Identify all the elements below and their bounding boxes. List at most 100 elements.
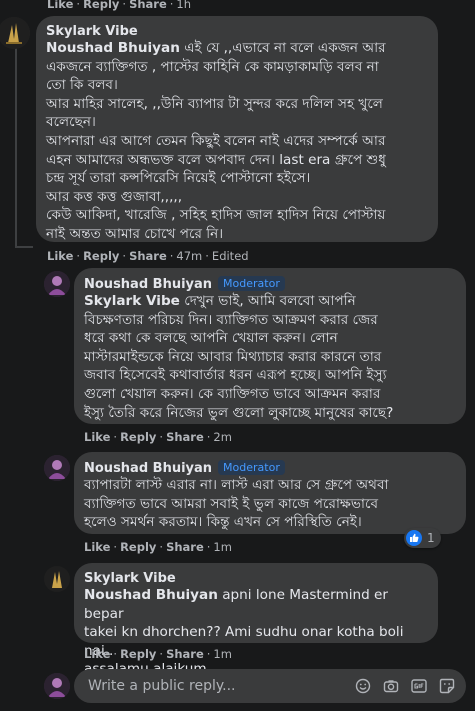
- mention-link[interactable]: Noushad Bhuiyan: [46, 40, 180, 56]
- moderator-badge: Moderator: [218, 460, 285, 475]
- like-link[interactable]: Like: [84, 647, 110, 661]
- comment-line: আপনারা এর আগে তেমন কিছুই বলেন নাই এদের স…: [46, 132, 428, 151]
- comment-line: আর মাহির সালেহ, ,,উনি ব্যাপার টা সুন্দর …: [46, 95, 428, 114]
- comment-line-text: আর মাহির সালেহ, ,,উনি ব্যাপার টা সুন্দর …: [46, 95, 383, 112]
- avatar[interactable]: [44, 455, 70, 481]
- comment-actions: Like · Reply · Share · 1m: [84, 540, 232, 554]
- comment-line-text: ব্যাপারটা লাস্ট এরার না। লাস্ট এরা আর সে…: [84, 477, 389, 493]
- comment-author[interactable]: Noushad Bhuiyan: [84, 277, 212, 292]
- like-link[interactable]: Like: [84, 430, 110, 444]
- thread-line: [15, 246, 33, 248]
- timestamp[interactable]: 1m: [213, 540, 232, 554]
- comment-bubble: Noushad Bhuiyan Moderator Skylark Vibe দে…: [74, 268, 466, 424]
- share-link[interactable]: Share: [129, 249, 167, 263]
- comment-bubble: Noushad Bhuiyan Moderator ব্যাপারটা লাস্ট…: [74, 452, 466, 534]
- share-link[interactable]: Share: [166, 647, 204, 661]
- mention-link[interactable]: Skylark Vibe: [84, 293, 180, 309]
- comment-line-text: নাই অন্তত আমার চোখে পরে নি।: [46, 225, 224, 242]
- comment-bubble: Skylark Vibe Noushad Bhuiyan apni lone M…: [74, 563, 438, 677]
- edited-label: Edited: [211, 249, 249, 263]
- comment-line-text: বলেছেন।: [46, 114, 96, 131]
- reaction-summary[interactable]: 1: [404, 528, 441, 548]
- timestamp[interactable]: 1m: [213, 647, 232, 661]
- comment-line: নাই অন্তত আমার চোখে পরে নি।: [46, 225, 428, 244]
- comment-line: একজনে ব্যাক্তিগত , পাস্টের কাহিনি কে কাম…: [46, 58, 428, 77]
- mention-link[interactable]: Noushad Bhuiyan: [84, 587, 218, 603]
- comment-text: Noushad Bhuiyan apni lone Mastermind er …: [84, 586, 428, 679]
- timestamp[interactable]: 47m: [176, 249, 202, 263]
- emoji-icon[interactable]: [354, 677, 372, 695]
- reply-link[interactable]: Reply: [120, 647, 156, 661]
- top-actions: Like · Reply · Share · 1h: [47, 0, 191, 11]
- comment-author[interactable]: Skylark Vibe: [46, 24, 428, 39]
- comment-actions: Like · Reply · Share · 2m: [84, 430, 232, 444]
- share-link[interactable]: Share: [166, 540, 204, 554]
- avatar-image: [44, 271, 70, 297]
- like-link[interactable]: Like: [47, 249, 73, 263]
- avatar[interactable]: [0, 17, 30, 49]
- avatar-image: [0, 17, 30, 49]
- like-link[interactable]: Like: [47, 0, 73, 11]
- reply-composer: [74, 669, 466, 703]
- reaction-count: 1: [427, 531, 435, 545]
- like-link[interactable]: Like: [84, 540, 110, 554]
- comment-line: এহন আমাদের অন্ধভক্ত বলে অপবাদ দেন। last …: [46, 151, 428, 170]
- thread-line: [15, 46, 17, 246]
- sticker-icon[interactable]: [438, 677, 456, 695]
- avatar-image: [44, 673, 70, 699]
- avatar[interactable]: [44, 271, 70, 297]
- comment-line-text: চন্দ্র সূর্য তারা কন্সপিরেসি নিয়েই পোস্…: [46, 170, 311, 187]
- comment-line: জবাব হিসেবেই কথাবার্তার ধরন এরূপ হচ্ছে। …: [84, 366, 456, 385]
- comment-line-text: বিচক্ষণতার পরিচয় দিন। ব্যাক্তিগত আক্রমণ…: [84, 311, 378, 328]
- comment-line: মাস্টারমাইন্ডকে নিয়ে আবার মিথ্যাচার করা…: [84, 348, 456, 367]
- camera-icon[interactable]: [382, 677, 400, 695]
- comment-line: ব্যাক্তিগত ভাবে আমরা সবাই ই ভুল কাজে পরো…: [84, 495, 456, 514]
- timestamp[interactable]: 1h: [176, 0, 191, 11]
- moderator-badge: Moderator: [218, 276, 285, 291]
- like-icon: [406, 530, 422, 546]
- comment-line: ব্যাপারটা লাস্ট এরার না। লাস্ট এরা আর সে…: [84, 476, 456, 495]
- comment-line-text: ইস্যু তৈরি করে নিজের ভুল গুলো লুকাচ্ছে ম…: [84, 404, 394, 421]
- comment-actions: Like · Reply · Share · 47m · Edited: [47, 249, 249, 263]
- avatar-image: [44, 566, 70, 592]
- comment-author-row: Noushad Bhuiyan Moderator: [84, 460, 456, 476]
- comment-line: গুলো খেয়াল করুন। কে ব্যাক্তিগত ভাবে আক্…: [84, 385, 456, 404]
- reply-link[interactable]: Reply: [83, 249, 119, 263]
- comment-line-text: তো কি বলব।: [46, 77, 118, 94]
- comment-line-text: একজনে ব্যাক্তিগত , পাস্টের কাহিনি কে কাম…: [46, 58, 379, 75]
- comment-line: আর কত্ত কত্ত গুজাবা,,,,,: [46, 188, 428, 207]
- comment-author[interactable]: Noushad Bhuiyan: [84, 461, 212, 476]
- comment-line: ইস্যু তৈরি করে নিজের ভুল গুলো লুকাচ্ছে ম…: [84, 404, 456, 423]
- gif-icon[interactable]: [410, 677, 428, 695]
- comment-line-text: কেউ আকিদা, খারেজি , সহিহ হাদিস জাল হাদিস…: [46, 207, 386, 224]
- comment-line: Noushad Bhuiyan apni lone Mastermind er …: [84, 586, 428, 623]
- share-link[interactable]: Share: [129, 0, 167, 11]
- reply-link[interactable]: Reply: [83, 0, 119, 11]
- comment-actions: Like · Reply · Share · 1m: [84, 647, 232, 661]
- timestamp[interactable]: 2m: [213, 430, 232, 444]
- comment-line-text: হলেও সমর্থন করতাম। কিন্তু এখন সে পরিস্থি…: [84, 514, 362, 531]
- comment-line-text: মাস্টারমাইন্ডকে নিয়ে আবার মিথ্যাচার করা…: [84, 348, 382, 365]
- comment-author[interactable]: Skylark Vibe: [84, 571, 428, 586]
- comment-line: চন্দ্র সূর্য তারা কন্সপিরেসি নিয়েই পোস্…: [46, 169, 428, 188]
- comment-line-text: গুলো খেয়াল করুন। কে ব্যাক্তিগত ভাবে আক্…: [84, 385, 381, 402]
- comment-line: হলেও সমর্থন করতাম। কিন্তু এখন সে পরিস্থি…: [84, 513, 456, 532]
- reply-link[interactable]: Reply: [120, 540, 156, 554]
- comment-bubble: Skylark Vibe Noushad Bhuiyan এই যে ,,এভা…: [36, 16, 438, 242]
- avatar-image: [44, 455, 70, 481]
- comment-line-text: জবাব হিসেবেই কথাবার্তার ধরন এরূপ হচ্ছে। …: [84, 367, 387, 384]
- comment-line-text: ধরে কথা কে বলছে আপনি খেয়াল করুন। লোন: [84, 330, 338, 347]
- share-link[interactable]: Share: [166, 430, 204, 444]
- comment-text: ব্যাপারটা লাস্ট এরার না। লাস্ট এরা আর সে…: [84, 476, 456, 532]
- reply-link[interactable]: Reply: [120, 430, 156, 444]
- current-user-avatar[interactable]: [44, 673, 70, 699]
- comment-line-text: আর কত্ত কত্ত গুজাবা,,,,,: [46, 188, 183, 205]
- comment-line: বলেছেন।: [46, 113, 428, 132]
- comment-line: ধরে কথা কে বলছে আপনি খেয়াল করুন। লোন: [84, 329, 456, 348]
- reply-input[interactable]: [86, 677, 344, 695]
- comment-line-text: আপনারা এর আগে তেমন কিছুই বলেন নাই এদের স…: [46, 132, 386, 149]
- comment-line: Skylark Vibe দেখুন ভাই, আমি বলবো আপনি: [84, 292, 456, 311]
- comment-line-text: দেখুন ভাই, আমি বলবো আপনি: [179, 293, 356, 309]
- comment-line-text: ব্যাক্তিগত ভাবে আমরা সবাই ই ভুল কাজে পরো…: [84, 495, 379, 512]
- avatar[interactable]: [44, 566, 70, 592]
